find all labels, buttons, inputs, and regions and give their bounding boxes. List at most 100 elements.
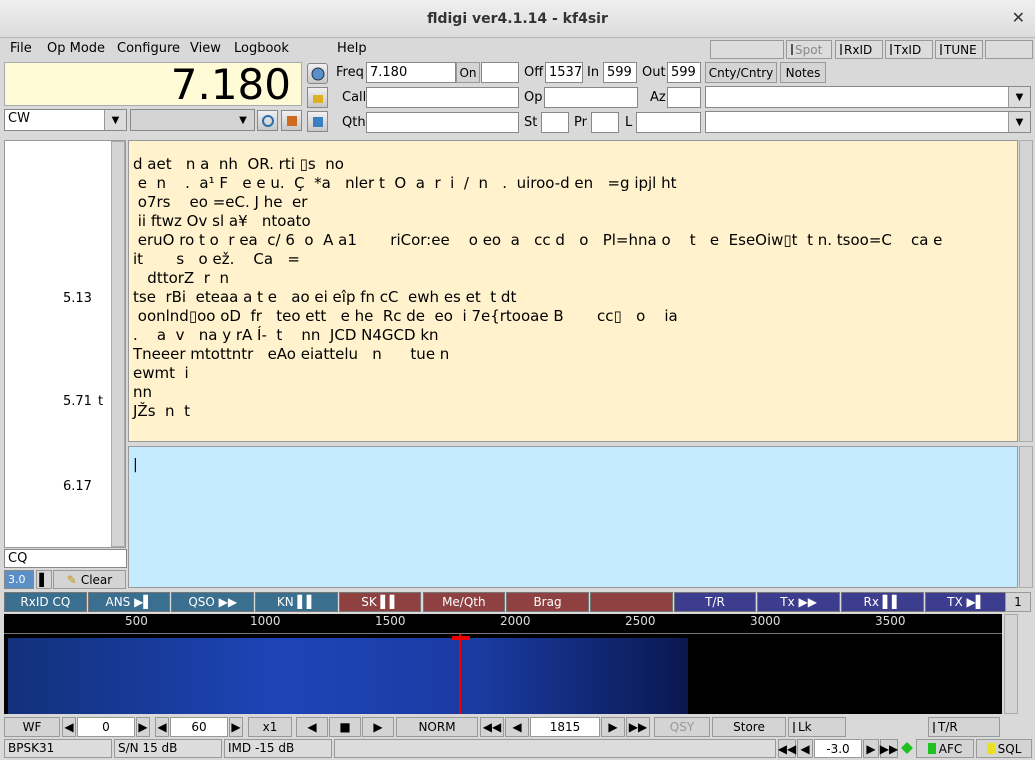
arrow-left-icon[interactable]: ◀ [505,717,529,737]
wf-mode-button[interactable]: WF [4,717,60,737]
status-mode[interactable]: BPSK31 [4,739,112,758]
macro-button[interactable]: TX ▶▌ [924,592,1008,612]
pause-icon[interactable]: ▌ [36,570,52,589]
macro-button[interactable]: QSO ▶▶ [171,592,255,612]
tr-toggle[interactable]: T/R [928,717,1000,737]
menu-opmode[interactable]: Op Mode [47,41,105,56]
clear-button[interactable]: ✎ Clear [53,570,126,589]
fast-rewind-icon[interactable]: ◀◀ [778,739,796,758]
transmit-text-area[interactable]: | [128,446,1018,588]
receive-text-area[interactable]: d aet n a nh OR. rti ▯s no e n . a¹ F e … [128,140,1018,442]
arrow-right-icon[interactable]: ▶ [136,717,150,737]
mode-select[interactable]: CW ▼ [4,109,127,131]
op-field[interactable] [544,87,638,108]
macro-button[interactable]: Tx ▶▶ [757,592,840,612]
macro-button[interactable]: SK ▌▌ [338,592,422,612]
memory-icon[interactable] [281,110,302,131]
chevron-down-icon[interactable]: ▼ [1008,112,1030,132]
afc-toggle[interactable]: AFC [916,739,974,758]
notes-button[interactable]: Notes [780,62,826,83]
stop-icon[interactable]: ■ [329,717,361,737]
out-field[interactable]: 599 [667,62,701,83]
macro-button[interactable]: Rx ▌▌ [841,592,924,612]
fast-rewind-icon[interactable]: ◀◀ [480,717,504,737]
pr-label: Pr [574,115,587,130]
waterfall-scrollbar[interactable] [1004,614,1018,714]
sql-toggle[interactable]: SQL [976,739,1032,758]
globe-icon[interactable] [307,63,328,84]
close-icon[interactable]: ✕ [1012,8,1025,27]
search-field[interactable]: CQ [4,549,127,568]
off-field[interactable]: 1537 [545,62,583,83]
store-button[interactable]: Store [712,717,786,737]
pr-field[interactable] [591,112,619,133]
tx-scrollbar[interactable] [1019,446,1033,588]
locator-field[interactable] [636,112,701,133]
tune-toggle[interactable]: TUNE [935,40,983,59]
menu-file[interactable]: File [10,41,32,56]
on-button[interactable]: On [456,62,480,83]
qsy-button[interactable]: QSY [654,717,710,737]
blank-button-2[interactable] [985,40,1033,59]
notes-combo[interactable]: ▼ [705,86,1031,108]
macro-button[interactable]: T/R [673,592,757,612]
rig-select[interactable]: ▼ [130,109,255,131]
menu-view[interactable]: View [190,41,221,56]
list-scrollbar[interactable] [111,141,125,547]
cnty-button[interactable]: Cnty/Cntry [705,62,777,83]
menu-help[interactable]: Help [337,41,367,56]
macro-button[interactable]: Me/Qth [422,592,506,612]
chevron-down-icon[interactable]: ▼ [104,110,126,130]
frequency-display[interactable]: 7.180 [4,62,302,107]
range-field[interactable]: 60 [170,717,228,737]
speed-button[interactable]: NORM [396,717,478,737]
out-label: Out [642,65,666,80]
refresh-icon[interactable] [257,110,278,131]
spot-toggle[interactable]: Spot [786,40,832,59]
macro-button[interactable]: RxID CQ [4,592,87,612]
blank-button[interactable] [710,40,784,59]
macro-button[interactable]: Brag [506,592,589,612]
macro-button[interactable] [589,592,673,612]
chevron-down-icon[interactable]: ▼ [232,110,254,130]
st-field[interactable] [541,112,569,133]
log-icon[interactable] [307,111,328,132]
scale-tick-label: 500 [125,614,148,628]
arrow-right-icon[interactable]: ▶ [863,739,879,758]
lock-toggle[interactable]: Lk [788,717,846,737]
fast-forward-icon[interactable]: ▶▶ [626,717,650,737]
offset-field[interactable]: 0 [77,717,135,737]
menu-configure[interactable]: Configure [117,41,180,56]
arrow-left-icon[interactable]: ◀ [155,717,169,737]
menu-logbook[interactable]: Logbook [234,41,289,56]
freq-field[interactable]: 7.180 [366,62,456,83]
qth-field[interactable] [366,112,519,133]
on-field[interactable] [481,62,519,83]
arrow-right-icon[interactable]: ▶ [362,717,394,737]
arrow-left-icon[interactable]: ◀ [296,717,328,737]
arrow-right-icon[interactable]: ▶ [601,717,625,737]
az-field[interactable] [667,87,701,108]
rx-scrollbar[interactable] [1019,140,1033,442]
fast-forward-icon[interactable]: ▶▶ [880,739,898,758]
waterfall[interactable]: 500 1000 1500 2000 2500 3000 3500 [4,614,1002,714]
scale-tick-label: 3500 [875,614,906,628]
txid-toggle[interactable]: TxID [885,40,933,59]
macro-button[interactable]: KN ▌▌ [255,592,338,612]
rxid-toggle[interactable]: RxID [835,40,883,59]
att-field[interactable]: -3.0 [814,739,862,758]
speed-field[interactable]: 3.0 [4,570,34,589]
arrow-right-icon[interactable]: ▶ [229,717,243,737]
macro-set[interactable]: 1 [1005,592,1031,612]
arrow-left-icon[interactable]: ◀ [797,739,813,758]
country-combo[interactable]: ▼ [705,111,1031,133]
call-field[interactable] [366,87,519,108]
zoom-button[interactable]: x1 [248,717,292,737]
broom-icon[interactable] [307,87,328,108]
chevron-down-icon[interactable]: ▼ [1008,87,1030,107]
frequency-list[interactable]: 5.13 5.71 t 6.17 [4,140,126,548]
macro-button[interactable]: ANS ▶▌ [87,592,171,612]
in-field[interactable]: 599 [603,62,637,83]
cursor-freq-field[interactable]: 1815 [530,717,600,737]
arrow-left-icon[interactable]: ◀ [62,717,76,737]
